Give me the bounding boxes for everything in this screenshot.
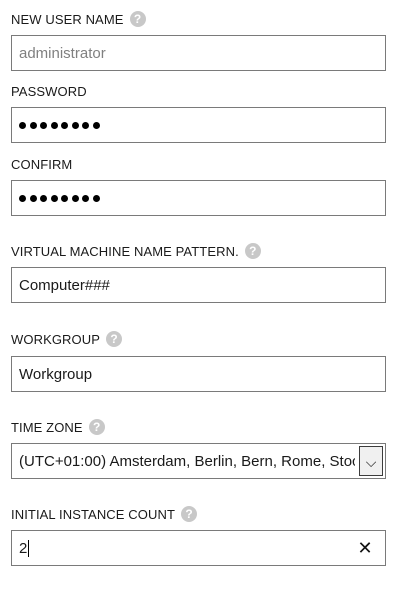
password-dot bbox=[92, 121, 100, 129]
password-dot bbox=[29, 121, 37, 129]
confirm-label-row: CONFIRM bbox=[11, 155, 72, 173]
help-icon[interactable]: ? bbox=[88, 419, 105, 435]
time-zone-label: TIME ZONE bbox=[11, 419, 83, 435]
vm-name-pattern-label-row: VIRTUAL MACHINE NAME PATTERN. ? bbox=[11, 242, 261, 260]
vm-name-pattern-input[interactable]: Computer### bbox=[11, 267, 386, 303]
vm-config-form: NEW USER NAME ? administrator PASSWORD C… bbox=[0, 0, 411, 590]
password-dot bbox=[71, 121, 79, 129]
password-dot bbox=[29, 194, 37, 202]
time-zone-select[interactable]: (UTC+01:00) Amsterdam, Berlin, Bern, Rom… bbox=[11, 443, 386, 479]
password-mask bbox=[19, 121, 100, 129]
password-dot bbox=[61, 121, 68, 129]
workgroup-label-row: WORKGROUP ? bbox=[11, 330, 123, 348]
password-dot bbox=[40, 194, 47, 202]
password-dot bbox=[92, 194, 100, 202]
help-icon[interactable]: ? bbox=[181, 506, 197, 522]
password-dot bbox=[19, 194, 26, 202]
time-zone-dropdown-button[interactable]: ⌵ bbox=[359, 446, 383, 476]
password-label: PASSWORD bbox=[11, 83, 87, 99]
password-dot bbox=[50, 121, 58, 129]
chevron-down-icon: ⌵ bbox=[365, 454, 377, 470]
workgroup-input[interactable]: Workgroup bbox=[11, 356, 386, 392]
vm-name-pattern-label: VIRTUAL MACHINE NAME PATTERN. bbox=[11, 243, 239, 259]
help-icon[interactable]: ? bbox=[244, 243, 261, 259]
password-input[interactable] bbox=[11, 107, 386, 143]
instance-count-label: INITIAL INSTANCE COUNT bbox=[11, 506, 175, 522]
time-zone-selected-value: (UTC+01:00) Amsterdam, Berlin, Bern, Rom… bbox=[19, 452, 355, 470]
instance-count-input[interactable]: 2 ✕ bbox=[11, 530, 386, 566]
password-dot bbox=[50, 194, 58, 202]
workgroup-label: WORKGROUP bbox=[11, 331, 101, 347]
username-label-row: NEW USER NAME ? bbox=[11, 10, 146, 28]
password-dot bbox=[82, 194, 89, 202]
password-label-row: PASSWORD bbox=[11, 82, 87, 100]
password-dot bbox=[71, 194, 79, 202]
username-input[interactable]: administrator bbox=[11, 35, 386, 71]
help-icon[interactable]: ? bbox=[106, 331, 123, 347]
confirm-label: CONFIRM bbox=[11, 156, 73, 172]
password-dot bbox=[61, 194, 68, 202]
confirm-password-input[interactable] bbox=[11, 180, 386, 216]
password-dot bbox=[40, 121, 47, 129]
help-icon[interactable]: ? bbox=[129, 11, 146, 27]
time-zone-label-row: TIME ZONE ? bbox=[11, 418, 105, 436]
instance-count-value: 2 bbox=[19, 539, 28, 557]
password-dot bbox=[82, 121, 89, 129]
close-icon[interactable]: ✕ bbox=[357, 539, 373, 557]
username-label: NEW USER NAME bbox=[11, 11, 124, 27]
instance-count-label-row: INITIAL INSTANCE COUNT ? bbox=[11, 505, 197, 523]
confirm-mask bbox=[19, 194, 100, 202]
text-cursor bbox=[28, 539, 30, 557]
password-dot bbox=[19, 121, 26, 129]
